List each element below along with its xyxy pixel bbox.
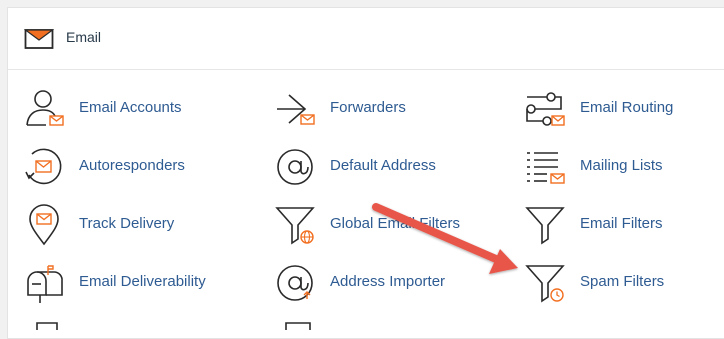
envelope-icon [24,29,54,49]
spam-filter-icon [525,265,565,303]
email-filters-label: Email Filters [580,215,663,232]
global-email-filters-label: Global Email Filters [330,215,461,232]
email-accounts-icon [26,90,64,126]
autoresponders-label: Autoresponders [79,157,185,174]
address-importer-icon [277,265,313,301]
default-address-label: Default Address [330,157,436,174]
email-routing-icon [526,92,565,126]
track-delivery-label: Track Delivery [79,215,175,232]
section-title: Email [66,29,102,45]
section-header[interactable]: Email [8,8,724,70]
autoresponders-icon [25,148,62,185]
mailing-lists-label: Mailing Lists [580,157,663,174]
forwarders-label: Forwarders [330,99,406,116]
email-deliverability-label: Email Deliverability [79,273,206,290]
mailbox-icon [27,265,63,303]
spam-filters-label: Spam Filters [580,273,665,290]
email-routing-label: Email Routing [580,99,674,116]
forwarders-icon [277,94,315,125]
address-importer-label: Address Importer [330,273,446,290]
default-address-icon [277,149,313,185]
track-delivery-icon [29,204,59,246]
global-filter-icon [275,207,315,245]
email-accounts-label: Email Accounts [79,99,182,116]
filter-icon [525,207,565,245]
mailing-lists-icon [527,152,565,184]
